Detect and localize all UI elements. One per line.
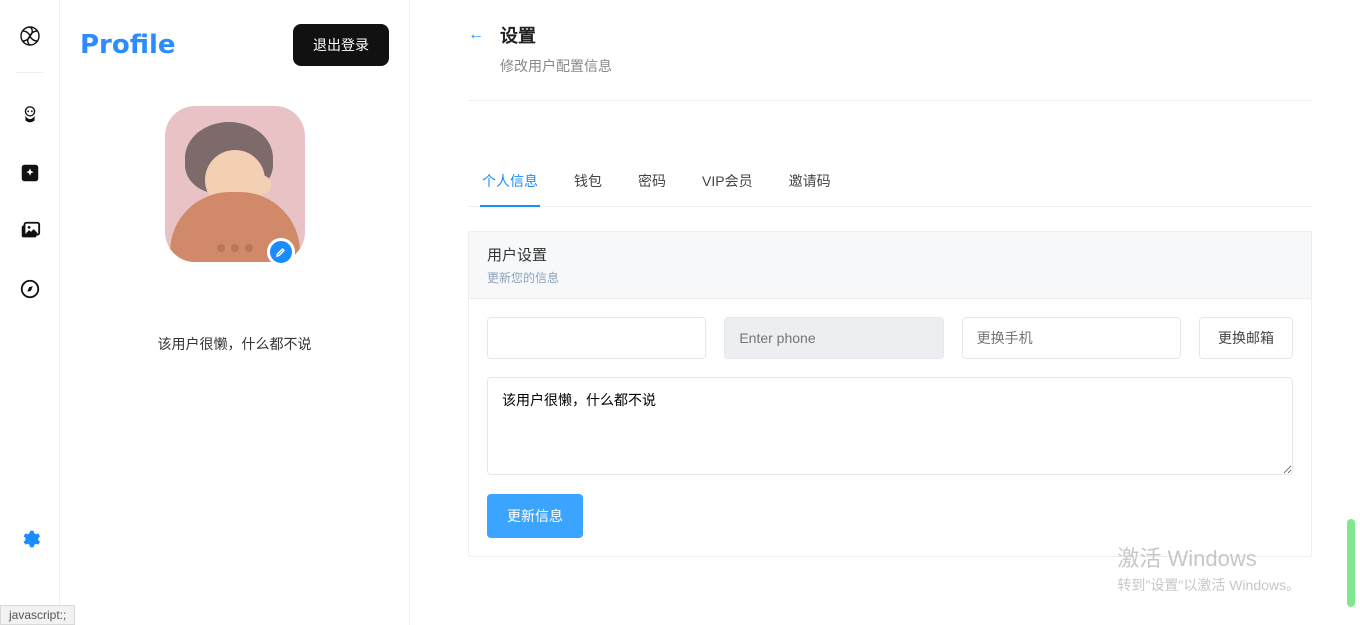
tab-vip[interactable]: VIP会员 (700, 157, 755, 207)
bio-textarea[interactable] (487, 377, 1293, 475)
nav-item-sparkle[interactable] (18, 161, 42, 185)
tab-wallet[interactable]: 钱包 (572, 157, 604, 207)
tabs: 个人信息 钱包 密码 VIP会员 邀请码 (468, 157, 1312, 207)
profile-bio: 该用户很懒，什么都不说 (80, 334, 389, 354)
back-arrow-icon[interactable]: ← (468, 22, 484, 44)
user-settings-panel: 用户设置 更新您的信息 更换邮箱 更新信息 (468, 231, 1312, 557)
profile-title: Profile (80, 30, 176, 60)
nav-item-gallery[interactable] (18, 219, 42, 243)
nav-item-explore[interactable] (18, 277, 42, 301)
page-subtitle: 修改用户配置信息 (500, 56, 612, 76)
page-title: 设置 (500, 22, 612, 48)
tab-password[interactable]: 密码 (636, 157, 668, 207)
main-content: ← 设置 修改用户配置信息 个人信息 钱包 密码 VIP会员 邀请码 用户设置 … (410, 0, 1360, 625)
panel-title: 用户设置 (487, 244, 1293, 265)
scrollbar[interactable] (1344, 0, 1358, 625)
tab-personal-info[interactable]: 个人信息 (480, 157, 540, 207)
app-logo-icon[interactable] (18, 24, 42, 48)
update-button[interactable]: 更新信息 (487, 494, 583, 538)
panel-subtitle: 更新您的信息 (487, 269, 1293, 286)
profile-sidebar: Profile 退出登录 该用户很懒，什么都不说 (60, 0, 410, 625)
status-bar: javascript:; (0, 605, 75, 625)
email-field[interactable] (962, 317, 1181, 359)
tab-invite[interactable]: 邀请码 (787, 157, 833, 207)
nav-rail (0, 0, 60, 625)
name-field[interactable] (487, 317, 706, 359)
scrollbar-thumb[interactable] (1347, 519, 1355, 607)
change-email-button[interactable]: 更换邮箱 (1199, 317, 1293, 359)
settings-icon[interactable] (18, 527, 42, 551)
phone-field[interactable] (724, 317, 943, 359)
nav-item-assistant[interactable] (18, 103, 42, 127)
logout-button[interactable]: 退出登录 (293, 24, 389, 66)
edit-avatar-icon[interactable] (267, 238, 295, 266)
